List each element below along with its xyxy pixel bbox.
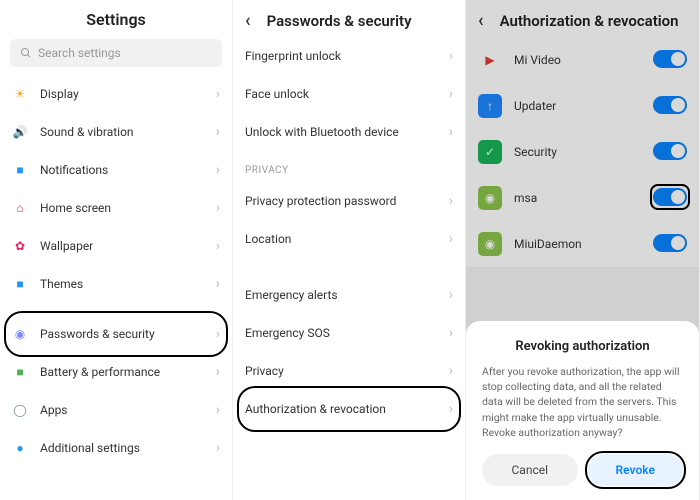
security-item-privacy-protection-password[interactable]: Privacy protection password › (233, 182, 465, 220)
authorization-revocation-panel: ‹ Authorization & revocation ▶ Mi Video … (466, 0, 700, 500)
item-icon: ◯ (12, 402, 28, 418)
revoke-dialog: Revoking authorization After you revoke … (466, 321, 699, 500)
security-item-unlock-with-bluetooth-device[interactable]: Unlock with Bluetooth device › (233, 113, 465, 151)
chevron-right-icon: › (216, 124, 220, 140)
item-label: Privacy protection password (245, 194, 449, 208)
revoke-button[interactable]: Revoke (588, 454, 684, 486)
passwords-security-panel: ‹ Passwords & security Fingerprint unloc… (233, 0, 466, 500)
security-item-face-unlock[interactable]: Face unlock › (233, 75, 465, 113)
item-label: Notifications (40, 163, 216, 177)
page-title: Settings (12, 10, 220, 29)
chevron-right-icon: › (216, 238, 220, 254)
item-icon: ⌂ (12, 200, 28, 216)
item-label: Unlock with Bluetooth device (245, 125, 449, 139)
security-item-fingerprint-unlock[interactable]: Fingerprint unlock › (233, 37, 465, 75)
settings-item-battery-performance[interactable]: ■ Battery & performance › (0, 353, 232, 391)
item-icon: ◉ (12, 326, 28, 342)
chevron-right-icon: › (449, 401, 453, 417)
page-title: Passwords & security (267, 12, 453, 30)
item-icon: ■ (12, 364, 28, 380)
item-icon: ■ (12, 276, 28, 292)
item-icon: ● (12, 440, 28, 456)
header: Settings (0, 0, 232, 35)
chevron-right-icon: › (216, 200, 220, 216)
settings-item-sound-vibration[interactable]: 🔊 Sound & vibration › (0, 113, 232, 151)
settings-item-passwords-security[interactable]: ◉ Passwords & security › (0, 315, 232, 353)
item-icon: ■ (12, 162, 28, 178)
chevron-right-icon: › (449, 231, 453, 247)
chevron-right-icon: › (216, 402, 220, 418)
cancel-button[interactable]: Cancel (482, 454, 578, 486)
chevron-right-icon: › (449, 287, 453, 303)
item-label: Battery & performance (40, 365, 216, 379)
item-label: Face unlock (245, 87, 449, 101)
chevron-right-icon: › (216, 326, 220, 342)
item-icon: ☀ (12, 86, 28, 102)
item-label: Fingerprint unlock (245, 49, 449, 63)
settings-item-additional-settings[interactable]: ● Additional settings › (0, 429, 232, 467)
chevron-right-icon: › (216, 276, 220, 292)
item-label: Apps (40, 403, 216, 417)
settings-item-home-screen[interactable]: ⌂ Home screen › (0, 189, 232, 227)
item-label: Wallpaper (40, 239, 216, 253)
chevron-right-icon: › (449, 48, 453, 64)
back-icon[interactable]: ‹ (245, 10, 251, 31)
section-header: PRIVACY (233, 151, 465, 182)
search-icon (20, 47, 32, 59)
chevron-right-icon: › (449, 124, 453, 140)
settings-list: ☀ Display › 🔊 Sound & vibration › ■ Noti… (0, 75, 232, 467)
item-label: Themes (40, 277, 216, 291)
dialog-title: Revoking authorization (482, 339, 683, 354)
security-item-authorization-revocation[interactable]: Authorization & revocation › (233, 390, 465, 428)
security-item-privacy[interactable]: Privacy › (233, 352, 465, 390)
item-label: Authorization & revocation (245, 402, 449, 416)
security-item-emergency-alerts[interactable]: Emergency alerts › (233, 276, 465, 314)
item-label: Privacy (245, 364, 449, 378)
item-label: Display (40, 87, 216, 101)
security-list: Fingerprint unlock › Face unlock › Unloc… (233, 37, 465, 428)
chevron-right-icon: › (216, 364, 220, 380)
item-icon: ✿ (12, 238, 28, 254)
settings-item-themes[interactable]: ■ Themes › (0, 265, 232, 303)
dialog-buttons: Cancel Revoke (482, 454, 683, 486)
item-label: Emergency alerts (245, 288, 449, 302)
item-label: Sound & vibration (40, 125, 216, 139)
item-label: Additional settings (40, 441, 216, 455)
chevron-right-icon: › (449, 193, 453, 209)
settings-item-display[interactable]: ☀ Display › (0, 75, 232, 113)
item-label: Home screen (40, 201, 216, 215)
chevron-right-icon: › (216, 440, 220, 456)
chevron-right-icon: › (216, 162, 220, 178)
security-item-location[interactable]: Location › (233, 220, 465, 258)
settings-item-wallpaper[interactable]: ✿ Wallpaper › (0, 227, 232, 265)
search-placeholder: Search settings (38, 46, 121, 60)
dialog-body: After you revoke authorization, the app … (482, 364, 683, 440)
item-label: Location (245, 232, 449, 246)
chevron-right-icon: › (216, 86, 220, 102)
item-label: Emergency SOS (245, 326, 449, 340)
chevron-right-icon: › (449, 363, 453, 379)
settings-panel: Settings Search settings ☀ Display › 🔊 S… (0, 0, 233, 500)
search-input[interactable]: Search settings (10, 39, 222, 67)
chevron-right-icon: › (449, 325, 453, 341)
item-icon: 🔊 (12, 124, 28, 140)
security-item-emergency-sos[interactable]: Emergency SOS › (233, 314, 465, 352)
settings-item-apps[interactable]: ◯ Apps › (0, 391, 232, 429)
settings-item-notifications[interactable]: ■ Notifications › (0, 151, 232, 189)
header: ‹ Passwords & security (233, 0, 465, 37)
item-label: Passwords & security (40, 327, 216, 341)
chevron-right-icon: › (449, 86, 453, 102)
